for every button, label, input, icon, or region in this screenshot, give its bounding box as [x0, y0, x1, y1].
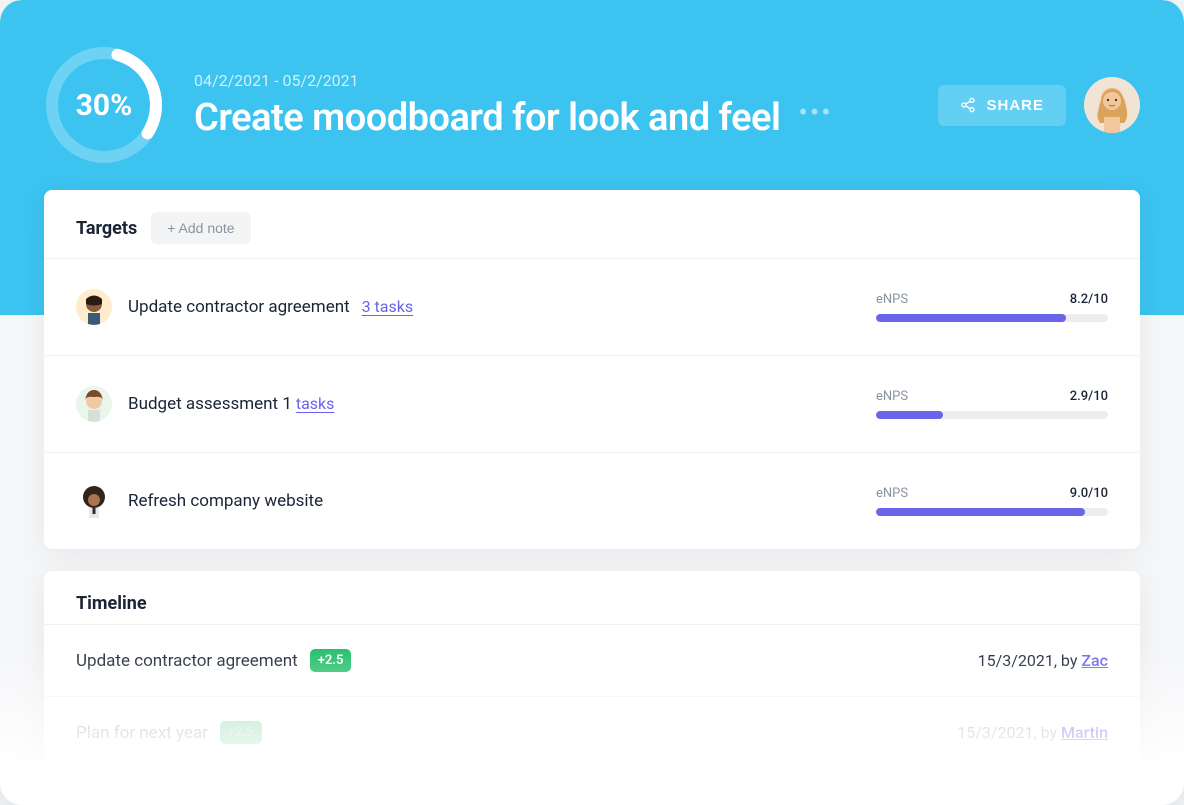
- title-block: 04/2/2021 - 05/2/2021 Create moodboard f…: [194, 71, 938, 140]
- timeline-row[interactable]: Update contractor agreement +2.5 15/3/20…: [44, 624, 1140, 696]
- user-link[interactable]: Zac: [1081, 651, 1108, 670]
- timeline-meta: 15/3/2021, by Martin: [957, 723, 1108, 742]
- share-button[interactable]: SHARE: [938, 85, 1066, 126]
- targets-title: Targets: [76, 218, 137, 239]
- target-title: Budget assessment 1: [128, 394, 292, 414]
- enps-bar: [876, 314, 1108, 322]
- assignee-avatar: [76, 483, 112, 519]
- delta-badge: +2.5: [310, 649, 352, 672]
- page-title: Create moodboard for look and feel: [194, 96, 780, 140]
- assignee-avatar: [76, 289, 112, 325]
- target-row[interactable]: Refresh company website eNPS 9.0/10: [44, 452, 1140, 549]
- target-title: Update contractor agreement: [128, 297, 350, 317]
- share-icon: [960, 97, 976, 113]
- user-avatar[interactable]: [1084, 77, 1140, 133]
- enps-label: eNPS: [876, 292, 908, 307]
- more-icon[interactable]: •••: [798, 113, 832, 123]
- assignee-avatar: [76, 386, 112, 422]
- enps-block: eNPS 2.9/10: [876, 389, 1108, 419]
- tasks-link[interactable]: 3 tasks: [362, 297, 414, 316]
- timeline-item-title: Plan for next year: [76, 723, 208, 743]
- enps-score: 9.0/10: [1070, 486, 1108, 501]
- target-row[interactable]: Update contractor agreement 3 tasks eNPS…: [44, 258, 1140, 355]
- add-note-button[interactable]: + Add note: [151, 212, 250, 244]
- tasks-link[interactable]: tasks: [296, 394, 335, 413]
- timeline-item-title: Update contractor agreement: [76, 651, 298, 671]
- enps-score: 8.2/10: [1070, 292, 1108, 307]
- progress-ring: 30%: [44, 45, 164, 165]
- target-title: Refresh company website: [128, 491, 323, 511]
- enps-bar: [876, 508, 1108, 516]
- enps-block: eNPS 9.0/10: [876, 486, 1108, 516]
- targets-card: Targets + Add note Update contractor agr…: [44, 190, 1140, 549]
- enps-bar: [876, 411, 1108, 419]
- timeline-card: Timeline Update contractor agreement +2.…: [44, 571, 1140, 805]
- date-range: 04/2/2021 - 05/2/2021: [194, 71, 938, 90]
- user-link[interactable]: Martin: [1061, 723, 1108, 742]
- enps-block: eNPS 8.2/10: [876, 292, 1108, 322]
- header-row: 30% 04/2/2021 - 05/2/2021 Create moodboa…: [0, 0, 1184, 180]
- enps-score: 2.9/10: [1070, 389, 1108, 404]
- timeline-row[interactable]: Plan for next year +2.5 15/3/2021, by Ma…: [44, 696, 1140, 768]
- enps-label: eNPS: [876, 389, 908, 404]
- share-label: SHARE: [986, 97, 1044, 114]
- timeline-meta: 15/3/2021, by Zac: [978, 651, 1108, 670]
- enps-label: eNPS: [876, 486, 908, 501]
- target-row[interactable]: Budget assessment 1 tasks eNPS 2.9/10: [44, 355, 1140, 452]
- delta-badge: +2.5: [220, 721, 262, 744]
- timeline-title: Timeline: [76, 593, 147, 614]
